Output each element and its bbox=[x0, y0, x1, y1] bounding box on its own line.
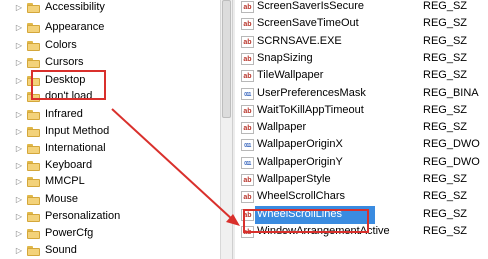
annotation-arrow bbox=[111, 108, 240, 226]
